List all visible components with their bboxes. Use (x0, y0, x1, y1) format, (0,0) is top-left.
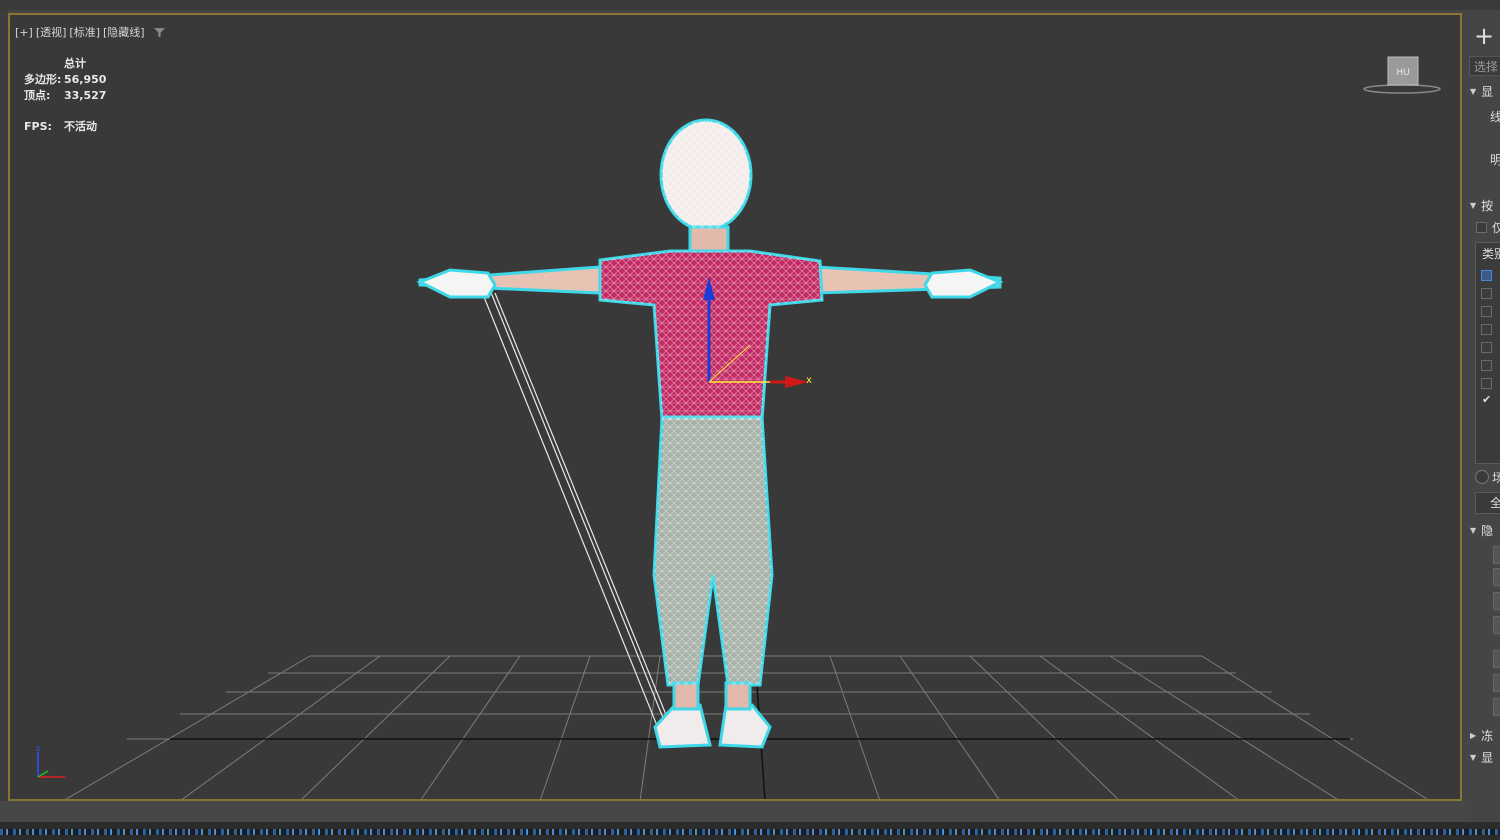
display-bright-label: 明 (1490, 153, 1500, 167)
rollout-filter[interactable]: ▼ 按 (1470, 196, 1500, 214)
category-checkbox[interactable] (1481, 342, 1492, 353)
viewcube-icon[interactable]: HU (1362, 53, 1442, 95)
stats-fps-value: 不活动 (64, 120, 97, 133)
viewport-menu-standard[interactable]: [标准] (69, 24, 100, 40)
left-hand (416, 268, 497, 299)
rollout-display-props-label: 显 (1481, 750, 1494, 765)
hide-button[interactable] (1493, 546, 1500, 564)
rollout-filter-label: 按 (1481, 198, 1494, 213)
viewport-label-menu[interactable]: [+] [透视] [标准] [隐藏线] (15, 24, 165, 40)
rollout-display[interactable]: ▼ 显 (1470, 82, 1500, 100)
rollout-display-props[interactable]: ▼ 显 (1470, 748, 1500, 766)
svg-text:z: z (36, 744, 40, 753)
scene-radio-label: 场 (1492, 471, 1500, 485)
timeline-ticks (0, 829, 1500, 835)
category-list-header: 类别 (1482, 247, 1500, 261)
left-toolbar-edge (0, 10, 8, 820)
left-foot (653, 703, 712, 749)
hide-button[interactable] (1493, 650, 1500, 668)
rollout-hide-label: 隐 (1481, 523, 1494, 538)
hide-button[interactable] (1493, 674, 1500, 692)
rollout-collapse-icon: ▼ (1470, 86, 1477, 96)
rollout-collapse-icon: ▼ (1470, 752, 1477, 762)
category-checkbox[interactable] (1481, 360, 1492, 371)
perspective-viewport[interactable]: x z [+] [透视] [标准] [隐藏线] 总计 多边形: 56,950 顶… (8, 13, 1462, 801)
all-button-label: 全 (1490, 496, 1500, 510)
selection-set-field[interactable]: 选择 (1469, 56, 1500, 76)
stats-verts-row: 顶点: 33,527 (24, 88, 106, 104)
viewport-bottom-bar (0, 801, 1466, 822)
rollout-hide[interactable]: ▼ 隐 (1470, 521, 1500, 539)
stats-fps-label: FPS: (24, 120, 52, 133)
stats-fps-row: FPS: 不活动 (24, 119, 106, 135)
top-toolbar-edge (0, 0, 1500, 10)
rollout-freeze[interactable]: ▶ 冻 (1470, 726, 1500, 744)
right-foot (718, 703, 772, 749)
right-hand (923, 268, 1004, 299)
category-checkbox[interactable] (1481, 288, 1492, 299)
filter-icon[interactable] (153, 27, 165, 38)
rollout-expand-icon: ▶ (1470, 730, 1477, 740)
viewport-statistics: 总计 多边形: 56,950 顶点: 33,527 FPS: 不活动 (24, 56, 106, 135)
only-checkbox-label: 仅 (1492, 221, 1500, 235)
hide-button[interactable] (1493, 592, 1500, 610)
category-checkbox[interactable] (1481, 306, 1492, 317)
hide-button[interactable] (1493, 568, 1500, 586)
viewport-menu-hidden-line[interactable]: [隐藏线] (103, 24, 145, 40)
stats-header: 总计 (64, 57, 86, 70)
rollout-collapse-icon: ▼ (1470, 200, 1477, 210)
hide-button[interactable] (1493, 698, 1500, 716)
stats-polys-label: 多边形: (24, 73, 62, 86)
rollout-display-label: 显 (1481, 84, 1494, 99)
gizmo-x-label: x (806, 375, 812, 386)
stats-polys-row: 多边形: 56,950 (24, 72, 106, 88)
scene-canvas[interactable]: x z (10, 15, 1460, 799)
scene-radio[interactable] (1475, 470, 1489, 484)
viewcube-label: HU (1396, 68, 1409, 78)
only-checkbox[interactable] (1476, 222, 1487, 233)
stats-verts-label: 顶点: (24, 89, 51, 102)
rollout-collapse-icon: ▼ (1470, 525, 1477, 535)
category-checkbox[interactable] (1481, 324, 1492, 335)
stats-verts-value: 33,527 (64, 89, 107, 102)
category-checkbox[interactable] (1481, 378, 1492, 389)
bone-lines (479, 286, 676, 738)
category-checkbox[interactable] (1481, 270, 1492, 281)
display-line-label: 线 (1490, 110, 1500, 124)
category-list[interactable]: 类别 ✔ (1475, 242, 1500, 464)
axis-tripod-icon: z (36, 744, 65, 778)
stats-polys-value: 56,950 (64, 73, 107, 86)
checkmark-icon[interactable]: ✔ (1482, 393, 1491, 406)
viewport-menu-perspective[interactable]: [透视] (36, 24, 67, 40)
rollout-freeze-label: 冻 (1481, 728, 1494, 743)
viewport-menu-plus[interactable]: [+] (15, 26, 33, 39)
plus-icon[interactable]: + (1470, 24, 1498, 50)
command-panel: + 选择 ▼显 线 明 ▼按 仅 类别 ✔ 场 全 ▼隐 ▶冻 ▼显 (1466, 14, 1500, 824)
hide-button[interactable] (1493, 616, 1500, 634)
